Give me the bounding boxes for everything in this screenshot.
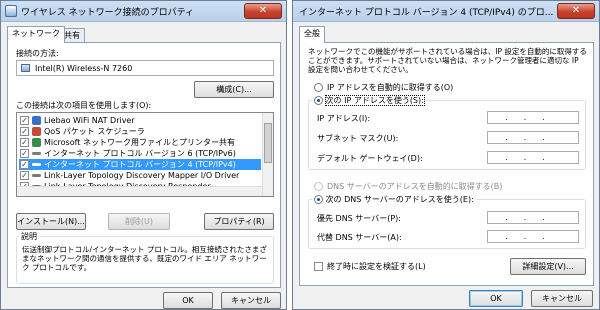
validate-label: 終了時に設定を検証する(L) xyxy=(327,262,426,271)
network-icon xyxy=(5,5,17,17)
dns-preferred-label: 優先 DNS サーバー(P): xyxy=(317,214,401,223)
item-checkbox[interactable]: ✓ xyxy=(20,149,29,158)
dns-manual-label: 次の DNS サーバーのアドレスを使う(E): xyxy=(325,195,474,204)
list-item[interactable]: ✓ Liebao WiFi NAT Driver xyxy=(19,115,261,126)
install-button[interactable]: インストール(N)... xyxy=(16,213,86,230)
title-bar: ワイヤレス ネットワーク接続のプロパティ ✕ xyxy=(1,1,286,22)
list-item[interactable]: ✓ インターネット プロトコル バージョン 6 (TCP/IPv6) xyxy=(19,148,261,159)
close-button[interactable]: ✕ xyxy=(244,3,282,19)
list-vertical-scrollbar[interactable] xyxy=(262,113,273,196)
dns-auto-radio[interactable] xyxy=(314,182,323,191)
item-label: Liebao WiFi NAT Driver xyxy=(44,116,135,125)
title-bar: インターネット プロトコル バージョン 4 (TCP/IPv4) のプロ... … xyxy=(293,1,599,22)
items-label: この接続は次の項目を使用します(O): xyxy=(16,101,152,110)
protocol-icon xyxy=(32,163,41,166)
qos-scheduler-icon xyxy=(32,127,41,136)
description-group: 説明 伝送制御プロトコル/インターネット プロトコル。相互接続されたさまざまなネ… xyxy=(16,231,274,284)
dns-alternate-field[interactable]: ... xyxy=(487,230,579,243)
gateway-label: デフォルト ゲートウェイ(D): xyxy=(317,154,423,163)
dns-alternate-value: ... xyxy=(505,232,561,241)
description-text: 伝送制御プロトコル/インターネット プロトコル。相互接続されたさまざまなネットワ… xyxy=(22,245,267,272)
list-item[interactable]: ✓ Link-Layer Topology Discovery Mapper I… xyxy=(19,170,261,181)
item-checkbox[interactable]: ✓ xyxy=(20,116,29,125)
ip-manual-label: 次の IP アドレスを使う(S): xyxy=(324,95,425,106)
adapter-name: Intel(R) Wireless-N 7260 xyxy=(35,64,133,73)
ipv4-properties-window: インターネット プロトコル バージョン 4 (TCP/IPv4) のプロ... … xyxy=(292,0,600,310)
subnet-field[interactable]: ... xyxy=(487,131,579,144)
dns-group: 次の DNS サーバーのアドレスを使う(E): 優先 DNS サーバー(P): … xyxy=(308,194,586,249)
item-label: インターネット プロトコル バージョン 6 (TCP/IPv6) xyxy=(44,149,236,158)
network-properties-window: ワイヤレス ネットワーク接続のプロパティ ✕ ネットワーク 共有 接続の方法: … xyxy=(0,0,287,310)
configure-button[interactable]: 構成(C)... xyxy=(194,81,274,98)
dns-auto-label: DNS サーバーのアドレスを自動的に取得する(B) xyxy=(327,182,503,191)
dns-manual-option: 次の DNS サーバーのアドレスを使う(E): xyxy=(312,194,476,205)
close-button[interactable]: ✕ xyxy=(557,3,595,19)
ip-address-value: ... xyxy=(505,113,561,122)
ok-button[interactable]: OK xyxy=(163,292,213,309)
item-label: インターネット プロトコル バージョン 4 (TCP/IPv4) xyxy=(44,160,236,169)
properties-button[interactable]: プロパティ(R) xyxy=(204,213,274,230)
dns-preferred-field[interactable]: ... xyxy=(487,211,579,224)
list-item-selected[interactable]: ✓ インターネット プロトコル バージョン 4 (TCP/IPv4) xyxy=(19,159,261,170)
tab-panel: 接続の方法: Intel(R) Wireless-N 7260 構成(C)...… xyxy=(7,42,281,288)
tab-panel: ネットワークでこの機能がサポートされている場合は、IP 設定を自動的に取得するこ… xyxy=(299,42,594,286)
cancel-button[interactable]: キャンセル xyxy=(531,290,593,307)
item-label: QoS パケット スケジューラ xyxy=(44,127,145,136)
advanced-button[interactable]: 詳細設定(V)... xyxy=(510,258,586,275)
item-checkbox[interactable]: ✓ xyxy=(20,160,29,169)
description-title: 説明 xyxy=(19,231,39,242)
dns-alternate-label: 代替 DNS サーバー(A): xyxy=(317,233,402,242)
file-printer-sharing-icon xyxy=(32,138,41,147)
item-label: Link-Layer Topology Discovery Mapper I/O… xyxy=(44,171,240,180)
connect-using-label: 接続の方法: xyxy=(16,49,59,58)
ip-auto-radio[interactable] xyxy=(314,83,323,92)
ok-button[interactable]: OK xyxy=(469,290,523,307)
ip-auto-label: IP アドレスを自動的に取得する(O) xyxy=(327,83,454,92)
item-checkbox[interactable]: ✓ xyxy=(20,127,29,136)
ip-address-label: IP アドレス(I): xyxy=(317,114,371,123)
ip-manual-option: 次の IP アドレスを使う(S): xyxy=(312,95,426,106)
gateway-field[interactable]: ... xyxy=(487,151,579,164)
dns-manual-radio[interactable] xyxy=(314,195,323,204)
uninstall-button[interactable]: 削除(U) xyxy=(108,213,170,230)
protocol-icon xyxy=(32,174,41,177)
window-title: ワイヤレス ネットワーク接続のプロパティ xyxy=(21,8,195,18)
validate-checkbox[interactable] xyxy=(314,262,323,271)
dns-preferred-value: ... xyxy=(505,213,561,222)
subnet-value: ... xyxy=(505,133,561,142)
subnet-label: サブネット マスク(U): xyxy=(317,134,399,143)
item-checkbox[interactable]: ✓ xyxy=(20,171,29,180)
window-title: インターネット プロトコル バージョン 4 (TCP/IPv4) のプロ... xyxy=(299,8,554,18)
item-checkbox[interactable]: ✓ xyxy=(20,138,29,147)
ip-group: 次の IP アドレスを使う(S): IP アドレス(I): ... サブネット … xyxy=(308,95,586,170)
adapter-box: Intel(R) Wireless-N 7260 xyxy=(16,60,274,76)
protocol-icon xyxy=(32,152,41,155)
items-list[interactable]: ✓ Liebao WiFi NAT Driver ✓ QoS パケット スケジュ… xyxy=(16,112,274,197)
ip-manual-radio[interactable] xyxy=(314,96,323,105)
tab-network[interactable]: ネットワーク xyxy=(7,26,65,43)
list-horizontal-scrollbar[interactable] xyxy=(17,186,262,196)
cancel-button[interactable]: キャンセル xyxy=(221,292,281,309)
scrollbar-thumb[interactable] xyxy=(264,123,272,163)
ip-address-field[interactable]: ... xyxy=(487,111,579,124)
adapter-icon xyxy=(21,64,30,72)
liebao-driver-icon xyxy=(32,116,41,125)
list-item[interactable]: ✓ QoS パケット スケジューラ xyxy=(19,126,261,137)
item-label: Microsoft ネットワーク用ファイルとプリンター共有 xyxy=(44,138,235,147)
tab-general[interactable]: 全般 xyxy=(299,26,325,43)
list-item[interactable]: ✓ Microsoft ネットワーク用ファイルとプリンター共有 xyxy=(19,137,261,148)
intro-text: ネットワークでこの機能がサポートされている場合は、IP 設定を自動的に取得するこ… xyxy=(308,47,587,74)
gateway-value: ... xyxy=(505,153,561,162)
